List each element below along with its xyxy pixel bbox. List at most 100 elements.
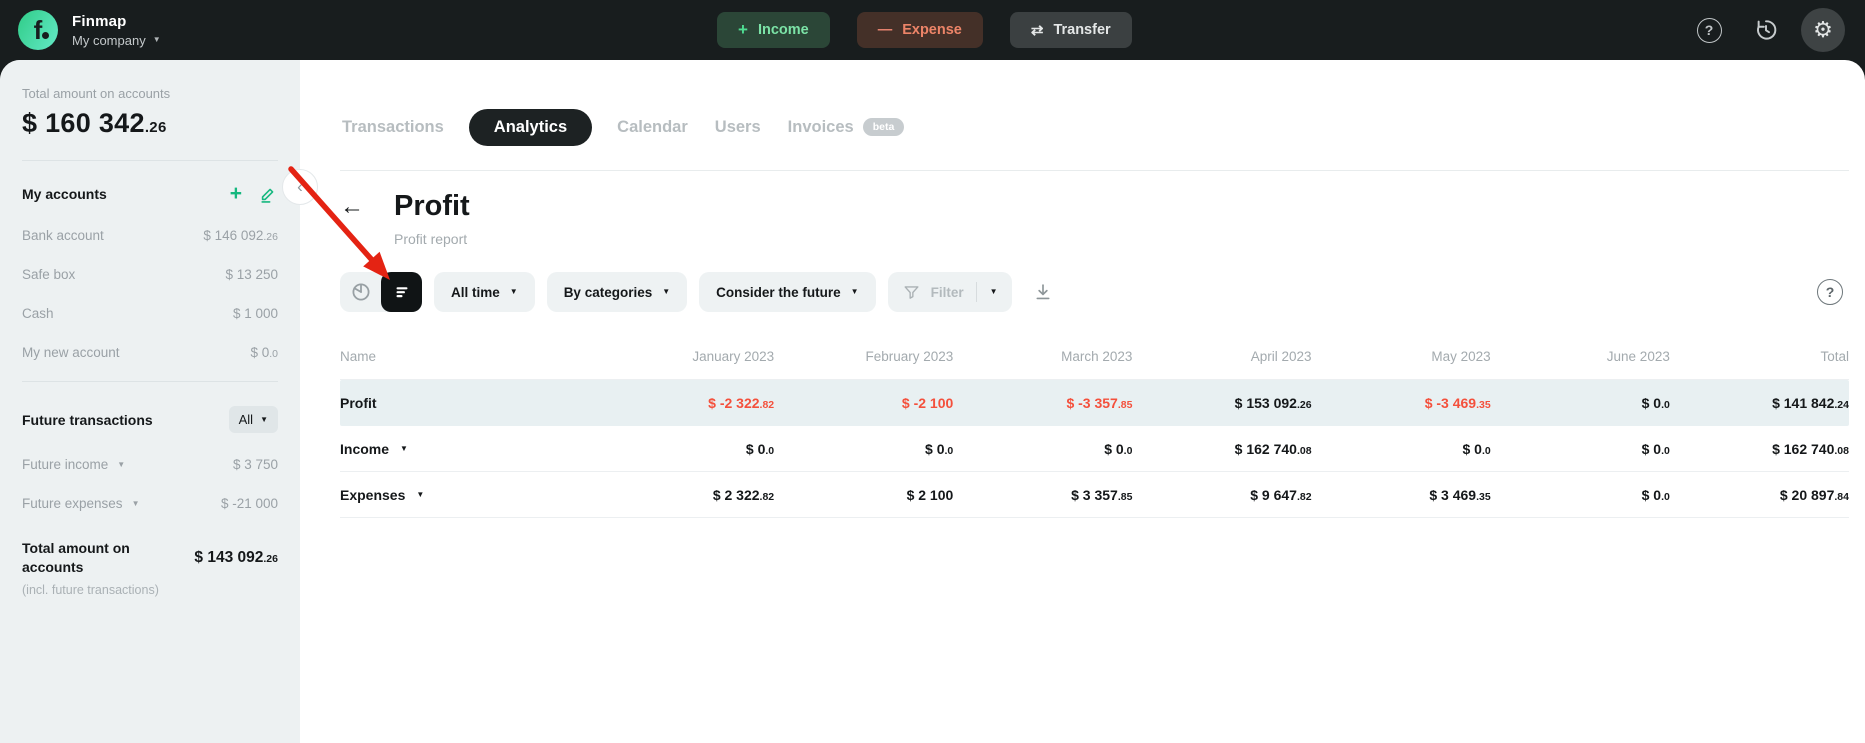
expense-button[interactable]: — Expense [856, 12, 983, 48]
tab-transactions[interactable]: Transactions [340, 109, 446, 146]
future-filter-dropdown[interactable]: All ▼ [228, 406, 278, 433]
add-account-button[interactable]: + [230, 183, 242, 204]
value-cell: $ 3 469.35 [1312, 486, 1491, 503]
company-switcher[interactable]: My company ▼ [72, 33, 161, 48]
column-header: Name [340, 349, 377, 364]
tab-label: Invoices [787, 117, 854, 136]
help-button[interactable]: ? [1687, 8, 1731, 52]
download-button[interactable] [1032, 281, 1054, 303]
account-row[interactable]: Safe box $ 13 250 [22, 267, 278, 282]
amount-value: $ 0.0 [925, 441, 953, 457]
amount-decimal: .35 [1476, 399, 1491, 411]
amount-value: $ 0.0 [1642, 441, 1670, 457]
amount-decimal: .0 [1661, 399, 1670, 411]
amount-main: $ 3 469 [1429, 486, 1477, 503]
value-cell: $ -3 469.35 [1312, 395, 1491, 411]
future-row-label: Future income [22, 457, 109, 472]
table-header-row: Name January 2023 February 2023 March 2023 A… [340, 349, 1849, 380]
sidebar: Total amount on accounts $ 160 342.26 My… [0, 60, 300, 743]
chart-view-button[interactable] [340, 272, 381, 312]
income-label: Income [757, 22, 809, 38]
brand: f Finmap My company ▼ [18, 10, 161, 50]
account-row[interactable]: Bank account $ 146 092.26 [22, 228, 278, 243]
page-header: ← Profit [340, 190, 1849, 223]
amount-value: $ -21 000 [221, 496, 278, 511]
amount-main: $ 0 [250, 345, 270, 360]
value-cell: $ 0.0 [1312, 441, 1490, 457]
amount-decimal: .08 [1296, 444, 1312, 457]
divider [975, 282, 977, 302]
quick-actions: + Income — Expense ⇄ Transfer [717, 12, 1132, 48]
collapse-sidebar-button[interactable]: ‹ [282, 169, 318, 205]
table-body: Profit $ -2 322.82 $ -2 100 $ -3 357.85 $ 15… [340, 380, 1849, 518]
value-cell: $ 0.0 [1491, 441, 1670, 457]
finmap-logo-icon[interactable]: f [18, 10, 58, 50]
tab-calendar[interactable]: Calendar [615, 109, 690, 146]
chevron-down-icon[interactable]: ▼ [117, 460, 125, 469]
future-total-label: Total amount on accounts [22, 540, 130, 575]
amount-value: $ 1 000 [233, 306, 278, 321]
consider-future-dropdown[interactable]: Consider the future ▼ [699, 272, 876, 312]
value-cell: $ -2 100 [774, 395, 953, 411]
tab-users[interactable]: Users [713, 109, 763, 146]
gear-icon: ⚙ [1813, 17, 1833, 42]
tab-invoices[interactable]: Invoices beta [786, 109, 907, 146]
future-row: Future expenses ▼ $ -21 000 [22, 496, 278, 511]
account-row[interactable]: My new account $ 0.0 [22, 345, 278, 360]
amount-main: $ 0 [1641, 395, 1662, 411]
time-range-value: All time [451, 284, 500, 300]
expense-label: Expense [902, 22, 962, 38]
future-total-row: Total amount on accounts $ 143 092.26 [22, 539, 278, 577]
history-icon [1757, 20, 1777, 40]
chevron-down-icon: ▼ [850, 287, 859, 296]
amount-value: $ -3 357.85 [1066, 395, 1132, 411]
history-button[interactable] [1744, 8, 1788, 52]
chevron-down-icon[interactable]: ▼ [400, 444, 408, 453]
main-panel: ‹ Transactions Analytics Calendar Users Invo… [282, 60, 1865, 743]
amount-decimal: .85 [1117, 399, 1133, 411]
chevron-down-icon[interactable]: ▼ [990, 288, 998, 296]
income-button[interactable]: + Income [717, 12, 830, 48]
amount-main: $ 20 897 [1779, 486, 1835, 503]
company-name: My company [72, 32, 146, 48]
filter-label: Filter [930, 284, 964, 300]
settings-button[interactable]: ⚙ [1801, 8, 1845, 52]
column-header: February 2023 [865, 349, 954, 364]
edit-accounts-button[interactable] [258, 184, 278, 204]
grouping-dropdown[interactable]: By categories ▼ [546, 272, 688, 312]
future-list: Future income ▼ $ 3 750 Future expenses ▼ $ -… [22, 457, 278, 511]
chevron-down-icon[interactable]: ▼ [132, 499, 140, 508]
value-cell: $ 2 322.82 [595, 487, 774, 503]
total-accounts-amount: $ 160 342.26 [22, 108, 167, 138]
table-row[interactable]: Income ▼ $ 0.0 $ 0.0 $ 0.0 $ 162 740.08 $ 0.0 $… [340, 426, 1849, 472]
amount-decimal: .0 [1661, 490, 1670, 503]
value-cell: $ 2 100 [774, 487, 954, 503]
chevron-down-icon: ▼ [509, 287, 518, 296]
plus-icon: + [738, 20, 748, 39]
column-header: January 2023 [692, 349, 775, 364]
tab-analytics[interactable]: Analytics [468, 108, 593, 146]
amount-main: $ -3 357 [1066, 395, 1118, 411]
page-title: Profit [394, 190, 470, 222]
amount-value: $ 3 357.85 [1071, 487, 1132, 503]
amount-main: $ -2 100 [901, 395, 954, 411]
amount-value: $ 146 092.26 [203, 228, 278, 243]
back-button[interactable]: ← [340, 194, 364, 219]
list-view-button[interactable] [381, 272, 422, 312]
value-cell: $ 0.0 [1491, 487, 1670, 503]
report-help-button[interactable]: ? [1817, 279, 1843, 305]
amount-main: $ 13 250 [225, 267, 278, 282]
account-row[interactable]: Cash $ 1 000 [22, 306, 278, 321]
chevron-down-icon[interactable]: ▼ [416, 490, 424, 499]
transfer-button[interactable]: ⇄ Transfer [1009, 12, 1132, 48]
amount-decimal: .35 [1476, 490, 1491, 503]
divider [340, 170, 1849, 171]
value-cell: $ 0.0 [1491, 395, 1670, 411]
table-row[interactable]: Expenses ▼ $ 2 322.82 $ 2 100 $ 3 357.85 $ 9 … [340, 472, 1849, 518]
time-range-dropdown[interactable]: All time ▼ [434, 272, 535, 312]
filter-button[interactable]: Filter ▼ [887, 272, 1012, 312]
amount-value: $ 162 740.08 [1772, 441, 1849, 457]
amount-value: $ 20 897.84 [1780, 487, 1849, 503]
table-row[interactable]: Profit $ -2 322.82 $ -2 100 $ -3 357.85 $ 15… [340, 380, 1849, 426]
my-accounts-title: My accounts [22, 185, 107, 202]
